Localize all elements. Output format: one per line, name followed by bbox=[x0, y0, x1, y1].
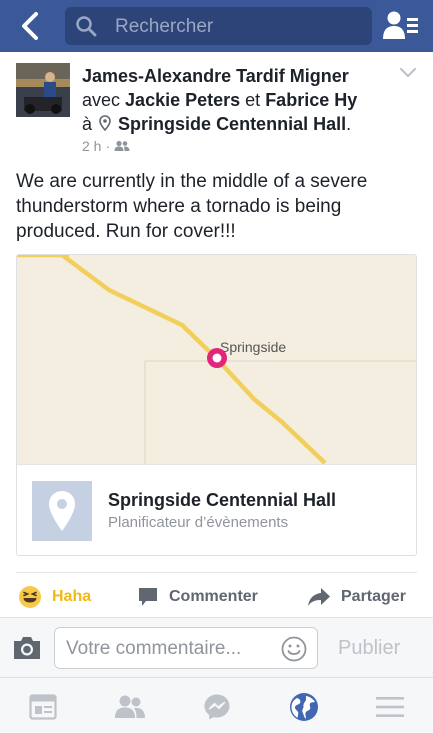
friend-requests-icon bbox=[383, 11, 418, 39]
nav-messenger[interactable] bbox=[201, 692, 233, 722]
friend-requests-button[interactable] bbox=[382, 9, 420, 43]
location-pin-icon bbox=[99, 115, 111, 132]
emoji-smiley-icon[interactable] bbox=[281, 636, 307, 662]
location-suffix: . bbox=[346, 114, 352, 134]
author-name[interactable]: James-Alexandre Tardif Migner bbox=[82, 66, 349, 86]
post-text: We are currently in the middle of a seve… bbox=[16, 171, 368, 242]
comment-icon bbox=[139, 588, 157, 606]
publish-button[interactable]: Publier bbox=[338, 637, 400, 660]
chevron-left-icon bbox=[22, 12, 38, 40]
globe-notifications-icon bbox=[290, 693, 318, 721]
at-word: à bbox=[82, 114, 93, 134]
post-meta: 2 h · bbox=[82, 138, 130, 154]
map-town-label: Springside bbox=[220, 339, 287, 355]
nav-friends[interactable] bbox=[114, 692, 146, 722]
nav-notifications[interactable] bbox=[288, 692, 320, 722]
divider bbox=[16, 572, 417, 573]
comment-bar: Votre commentaire... Publier bbox=[0, 617, 433, 677]
comment-label: Commenter bbox=[169, 588, 258, 605]
nav-menu[interactable] bbox=[374, 692, 406, 722]
author-avatar[interactable] bbox=[16, 63, 70, 117]
search-icon bbox=[76, 16, 97, 37]
search-input[interactable]: Rechercher bbox=[65, 7, 372, 45]
friends-nav-icon bbox=[115, 695, 145, 718]
share-arrow-icon bbox=[308, 588, 330, 606]
share-label: Partager bbox=[341, 588, 406, 605]
haha-emoji-icon bbox=[19, 586, 41, 608]
chevron-down-icon[interactable] bbox=[398, 66, 418, 80]
with-word: avec bbox=[82, 90, 121, 110]
post-author-line: James-Alexandre Tardif Migner avec Jacki… bbox=[82, 64, 392, 136]
comment-placeholder: Votre commentaire... bbox=[66, 638, 242, 659]
place-pin-icon bbox=[49, 491, 75, 531]
post-time[interactable]: 2 h bbox=[82, 138, 101, 154]
top-bar: Rechercher bbox=[0, 0, 433, 52]
location-name[interactable]: Springside Centennial Hall bbox=[118, 114, 346, 134]
messenger-icon bbox=[204, 694, 230, 720]
meta-separator: · bbox=[105, 138, 111, 154]
avatar-photo bbox=[16, 63, 70, 117]
place-name[interactable]: Springside Centennial Hall bbox=[108, 490, 336, 511]
tagged-person-2[interactable]: Fabrice Hy bbox=[265, 90, 357, 110]
and-word: et bbox=[245, 90, 261, 110]
comment-button[interactable]: Commenter bbox=[137, 583, 258, 611]
comment-input[interactable]: Votre commentaire... bbox=[54, 627, 318, 669]
news-feed-icon bbox=[29, 694, 57, 720]
place-thumbnail bbox=[32, 481, 92, 541]
haha-reaction-button[interactable]: Haha bbox=[18, 583, 91, 611]
map-pin-icon bbox=[207, 348, 227, 368]
camera-icon[interactable] bbox=[12, 635, 42, 661]
haha-label: Haha bbox=[52, 588, 92, 605]
search-placeholder: Rechercher bbox=[115, 16, 214, 37]
location-map[interactable]: Springside bbox=[17, 255, 416, 465]
tagged-person-1[interactable]: Jackie Peters bbox=[125, 90, 240, 110]
back-button[interactable] bbox=[12, 8, 48, 44]
menu-icon bbox=[376, 697, 404, 717]
location-card[interactable]: Springside Springside Centennial Hall Pl… bbox=[16, 254, 417, 556]
bottom-navigation bbox=[0, 677, 433, 733]
place-info-row[interactable]: Springside Centennial Hall Planificateur… bbox=[17, 464, 416, 555]
nav-news-feed[interactable] bbox=[27, 692, 59, 722]
place-category: Planificateur d’évènements bbox=[108, 514, 289, 531]
share-button[interactable]: Partager bbox=[307, 583, 406, 611]
friends-icon bbox=[114, 140, 130, 151]
